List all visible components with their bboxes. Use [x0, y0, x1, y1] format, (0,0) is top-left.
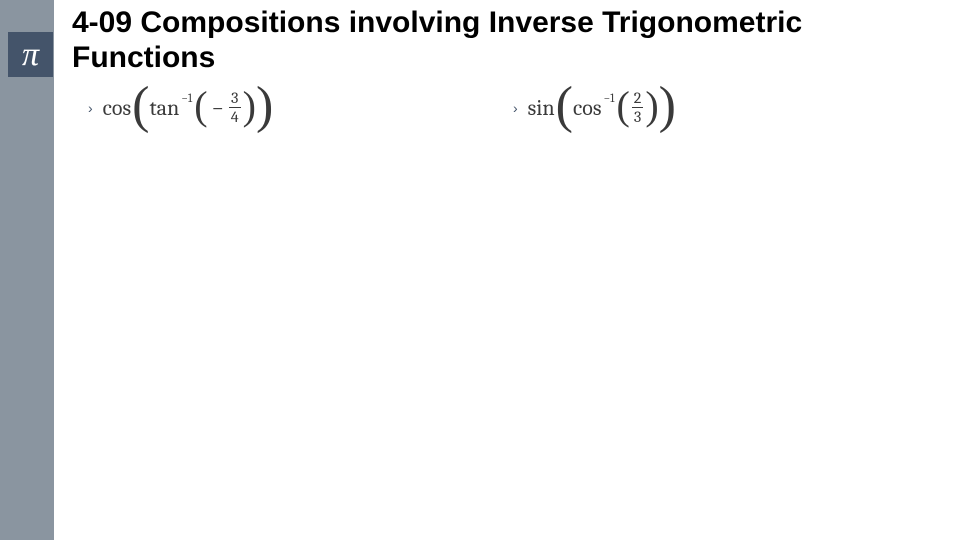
page-title: 4-09 Compositions involving Inverse Trig…: [72, 6, 932, 75]
pi-icon: π: [8, 32, 53, 77]
inverse-exponent: −1: [603, 91, 614, 105]
math-expression: sin ( cos−1 ( 2 3 ) ): [528, 90, 676, 125]
bullet-icon: ›: [513, 100, 518, 116]
numerator: 2: [632, 90, 644, 107]
fraction: 2 3: [632, 90, 644, 125]
numerator: 3: [229, 90, 240, 107]
inner-fn: tan: [149, 95, 179, 121]
outer-fn: cos: [103, 95, 131, 121]
inner-fn: cos: [573, 95, 601, 121]
denominator: 3: [632, 107, 643, 125]
fraction: 3 4: [229, 90, 241, 125]
slide: π 4-09 Compositions involving Inverse Tr…: [0, 0, 960, 540]
column-left: › cos ( tan−1 ( − 3 4 ) ): [88, 90, 513, 125]
bullet-icon: ›: [88, 100, 93, 116]
content-area: › cos ( tan−1 ( − 3 4 ) ) ›: [88, 90, 938, 125]
pi-glyph: π: [22, 36, 39, 74]
sidebar: [0, 0, 54, 540]
expression-2: › sin ( cos−1 ( 2 3 ) ): [513, 90, 938, 125]
column-right: › sin ( cos−1 ( 2 3 ) ): [513, 90, 938, 125]
math-expression: cos ( tan−1 ( − 3 4 ) ): [103, 90, 274, 125]
negative-sign: −: [212, 95, 224, 121]
outer-fn: sin: [528, 95, 555, 121]
denominator: 4: [229, 107, 241, 125]
expression-1: › cos ( tan−1 ( − 3 4 ) ): [88, 90, 513, 125]
inverse-exponent: −1: [181, 91, 192, 105]
